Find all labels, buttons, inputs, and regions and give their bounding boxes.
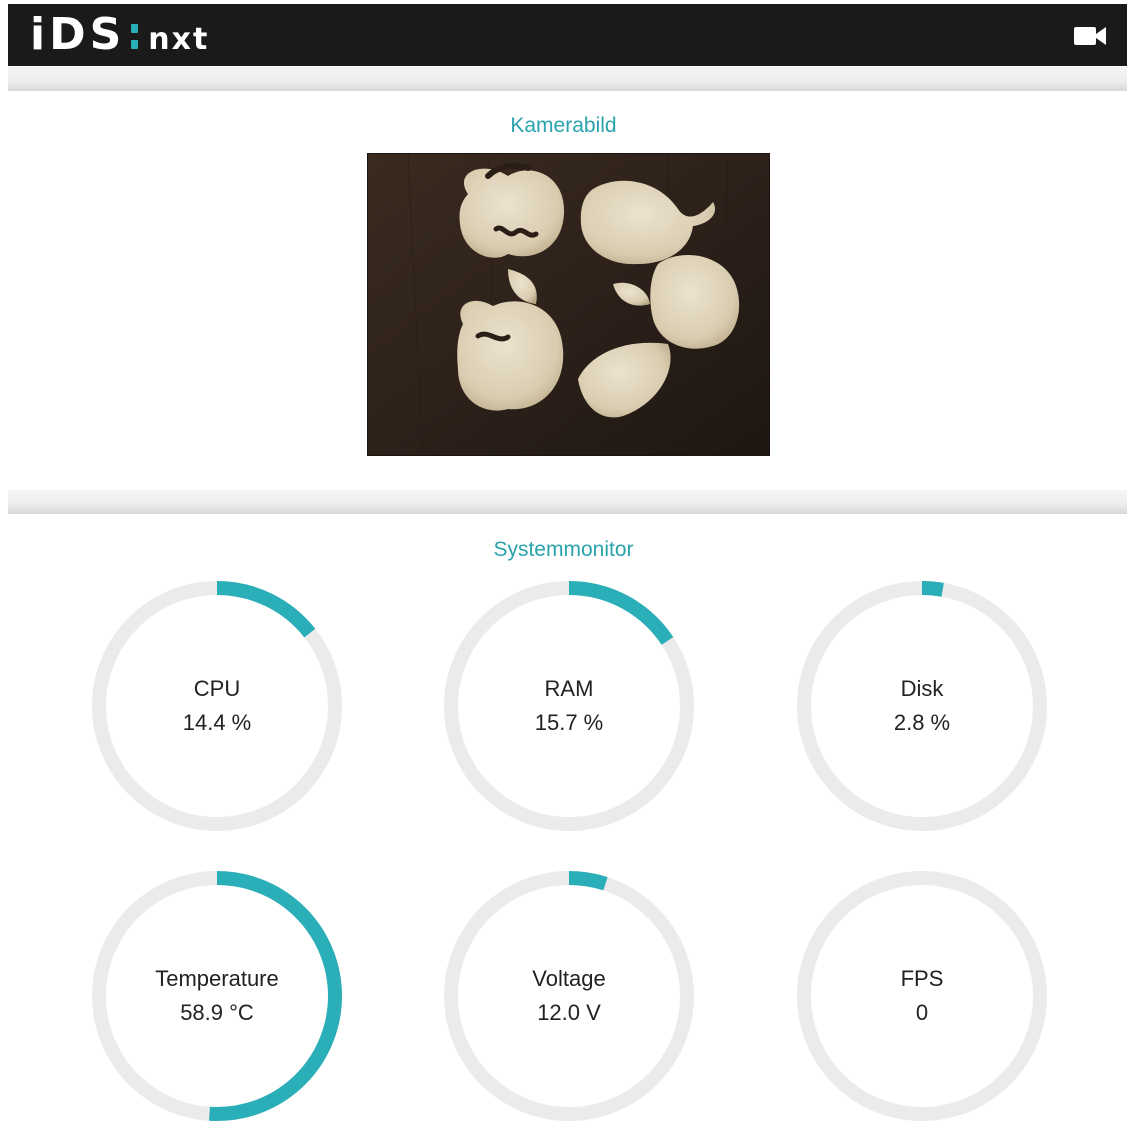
logo-separator bbox=[131, 22, 139, 52]
gauge-disk-label: Disk bbox=[900, 676, 944, 701]
systemmonitor-section-title: Systemmonitor bbox=[493, 538, 634, 561]
gauge-disk-value: 2.8 % bbox=[893, 710, 951, 735]
section-divider bbox=[8, 67, 1127, 91]
gauge-temperature-value: 58.9 °C bbox=[180, 1000, 254, 1025]
camera-image bbox=[367, 153, 770, 456]
gauge-ram-label: RAM bbox=[544, 676, 594, 701]
logo-subtext: nxt bbox=[148, 21, 210, 57]
gauge-cpu-label: CPU bbox=[193, 676, 241, 701]
gauge-temperature-label: Temperature bbox=[155, 966, 279, 991]
section-divider bbox=[8, 490, 1127, 514]
gauge-cpu: CPU 14.4 % bbox=[87, 576, 347, 836]
gauge-voltage-value: 12.0 V bbox=[537, 1000, 601, 1025]
gauge-temperature: Temperature 58.9 °C bbox=[87, 866, 347, 1126]
ids-nxt-logo: iDS nxt bbox=[30, 13, 209, 57]
video-camera-icon[interactable] bbox=[1073, 24, 1107, 48]
camera-section-title: Kamerabild bbox=[510, 114, 617, 137]
gauge-fps-value: 0 bbox=[915, 1000, 929, 1025]
gauge-voltage-label: Voltage bbox=[532, 966, 606, 991]
gauge-disk: Disk 2.8 % bbox=[792, 576, 1052, 836]
gauge-fps: FPS 0 bbox=[792, 866, 1052, 1126]
gauge-cpu-value: 14.4 % bbox=[182, 710, 252, 735]
gauge-voltage: Voltage 12.0 V bbox=[439, 866, 699, 1126]
logo-text: iDS bbox=[30, 9, 126, 60]
gauge-ram: RAM 15.7 % bbox=[439, 576, 699, 836]
gauge-ram-value: 15.7 % bbox=[534, 710, 604, 735]
top-bar: iDS nxt bbox=[8, 4, 1127, 66]
gauge-fps-label: FPS bbox=[900, 966, 944, 991]
